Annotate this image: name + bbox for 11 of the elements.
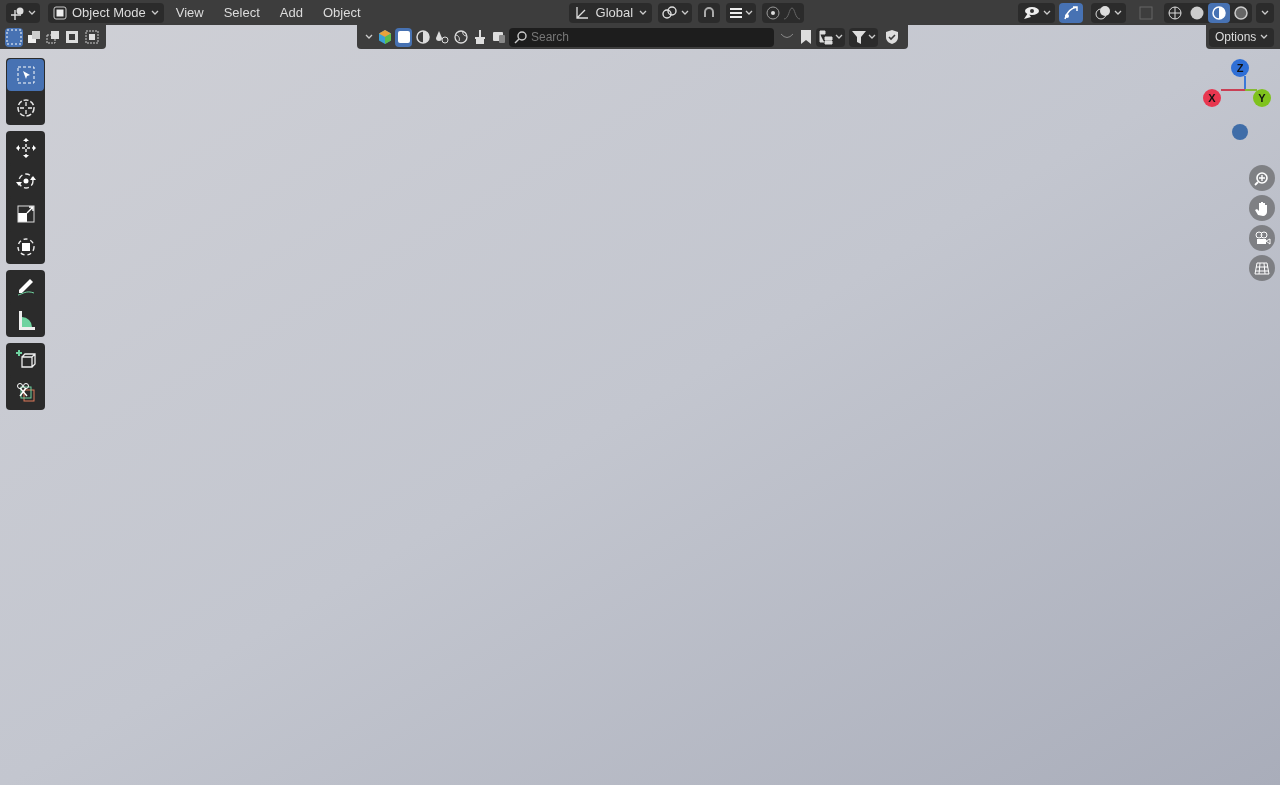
search-field[interactable]: Search [509, 27, 774, 47]
axis-handle[interactable]: Y [1253, 89, 1271, 107]
menu-item[interactable]: Select [215, 2, 268, 23]
options-dropdown[interactable]: Options [1209, 27, 1275, 47]
menu-item[interactable]: Object [314, 2, 369, 23]
menu-item[interactable]: Add [271, 2, 311, 23]
menu-item[interactable]: View [167, 2, 212, 23]
orientation-dropdown[interactable]: Global [568, 2, 653, 23]
axis-handle[interactable]: Z [1231, 59, 1249, 77]
mode-dropdown[interactable]: Object Mode [48, 2, 164, 23]
axis-handle[interactable]: X [1203, 89, 1221, 107]
